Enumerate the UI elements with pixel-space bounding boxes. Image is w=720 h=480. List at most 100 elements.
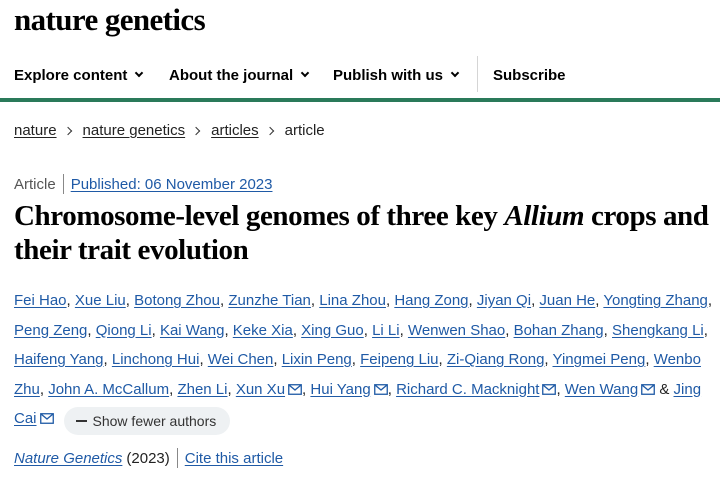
author-entry: Bohan Zhang <box>514 322 604 339</box>
nav-publish-label: Publish with us <box>333 66 444 84</box>
author-link[interactable]: Richard C. Macknight <box>396 381 539 398</box>
subscribe-link[interactable]: Subscribe <box>493 67 566 84</box>
main-nav: Explore content About the journal Publis… <box>0 52 720 98</box>
title-italic: Allium <box>504 200 585 232</box>
article-type: Article <box>14 175 56 193</box>
author-link[interactable]: Yingmei Peng <box>553 351 646 368</box>
author-entry: Lina Zhou <box>319 292 386 309</box>
author-link[interactable]: Zunzhe Tian <box>228 292 311 309</box>
breadcrumb-nature[interactable]: nature <box>14 122 57 139</box>
breadcrumb-nature-genetics[interactable]: nature genetics <box>83 122 186 139</box>
author-link[interactable]: Zi-Qiang Rong <box>447 351 545 368</box>
minus-icon <box>75 420 87 422</box>
author-entry: Kai Wang <box>160 322 224 339</box>
show-fewer-label: Show fewer authors <box>92 413 217 429</box>
author-link[interactable]: Zhen Li <box>177 381 227 398</box>
header-accent-bar <box>0 98 720 102</box>
meta-divider <box>62 174 64 194</box>
nav-divider <box>477 56 478 92</box>
author-entry: Xing Guo <box>301 322 364 339</box>
chevron-right-icon <box>191 126 201 135</box>
author-link[interactable]: Xue Liu <box>75 292 126 309</box>
author-link[interactable]: Feipeng Liu <box>360 351 438 368</box>
author-link[interactable]: Wenwen Shao <box>408 322 505 339</box>
breadcrumb-current: article <box>284 122 325 139</box>
author-link[interactable]: Hui Yang <box>310 381 370 398</box>
chevron-down-icon <box>135 68 144 78</box>
author-link[interactable]: Kai Wang <box>160 322 224 339</box>
author-entry: Hang Zong <box>394 292 468 309</box>
journal-logo[interactable]: nature genetics <box>14 2 206 38</box>
author-link[interactable]: Lixin Peng <box>282 351 352 368</box>
author-entry: Zunzhe Tian <box>228 292 311 309</box>
article-title: Chromosome-level genomes of three key Al… <box>14 199 714 267</box>
article-meta: Article Published: 06 November 2023 <box>14 174 272 194</box>
title-part-1: Chromosome-level genomes of three key <box>14 200 505 232</box>
author-link[interactable]: Peng Zeng <box>14 322 87 339</box>
author-entry: Jiyan Qi <box>477 292 531 309</box>
author-link[interactable]: Xun Xu <box>236 381 285 398</box>
author-entry: Haifeng Yang <box>14 351 104 368</box>
nav-publish[interactable]: Publish with us <box>333 66 460 84</box>
email-icon[interactable] <box>373 383 388 395</box>
nav-about-journal[interactable]: About the journal <box>169 67 310 84</box>
email-icon[interactable] <box>39 413 54 424</box>
author-entry: Zi-Qiang Rong <box>447 351 545 368</box>
nav-explore-label: Explore content <box>14 66 128 84</box>
citation-divider <box>176 448 178 468</box>
breadcrumb-articles[interactable]: articles <box>211 122 259 139</box>
author-entry: Fei Hao <box>14 292 67 309</box>
author-entry: John A. McCallum <box>48 381 169 398</box>
author-link[interactable]: Xing Guo <box>301 322 364 339</box>
author-link[interactable]: Shengkang Li <box>612 322 704 339</box>
author-entry: Keke Xia <box>233 322 293 339</box>
author-entry: Richard C. Macknight <box>396 381 557 398</box>
author-entry: Yingmei Peng <box>553 351 646 368</box>
author-link[interactable]: John A. McCallum <box>48 381 169 398</box>
citation-line: Nature Genetics (2023) Cite this article <box>14 448 283 468</box>
author-link[interactable]: Hang Zong <box>394 292 468 309</box>
author-link[interactable]: Linchong Hui <box>112 351 200 368</box>
email-icon[interactable] <box>288 383 302 395</box>
author-entry: Peng Zeng <box>14 322 87 339</box>
author-link[interactable]: Yongting Zhang <box>603 292 708 309</box>
author-link[interactable]: Botong Zhou <box>134 292 220 309</box>
breadcrumb: nature nature genetics articles article <box>14 122 325 139</box>
author-entry: Hui Yang <box>310 381 388 398</box>
nav-explore-content[interactable]: Explore content <box>14 66 144 84</box>
author-entry: Wei Chen <box>208 351 274 368</box>
author-entry: Xun Xu <box>236 381 302 398</box>
author-list: Fei Hao, Xue Liu, Botong Zhou, Zunzhe Ti… <box>14 286 718 435</box>
chevron-right-icon <box>63 126 72 135</box>
email-icon[interactable] <box>542 383 557 395</box>
author-link[interactable]: Wei Chen <box>208 351 274 368</box>
author-entry: Juan He <box>539 292 595 309</box>
author-link[interactable]: Wen Wang <box>565 381 638 398</box>
author-entry: Wen Wang <box>565 381 656 398</box>
author-link[interactable]: Bohan Zhang <box>514 322 604 339</box>
publication-year: (2023) <box>126 449 170 467</box>
author-link[interactable]: Qiong Li <box>96 322 152 339</box>
chevron-down-icon <box>300 68 310 78</box>
author-link[interactable]: Juan He <box>539 292 595 309</box>
author-entry: Shengkang Li <box>612 322 704 339</box>
author-link[interactable]: Lina Zhou <box>319 292 386 309</box>
email-icon[interactable] <box>641 383 656 395</box>
author-entry: Feipeng Liu <box>360 351 438 368</box>
author-entry: Wenwen Shao <box>408 322 505 339</box>
chevron-right-icon <box>265 126 274 135</box>
author-link[interactable]: Keke Xia <box>233 322 293 339</box>
journal-name-link[interactable]: Nature Genetics <box>14 450 122 467</box>
author-link[interactable]: Haifeng Yang <box>14 351 104 368</box>
cite-article-link[interactable]: Cite this article <box>185 450 283 467</box>
published-date-link[interactable]: Published: 06 November 2023 <box>71 176 273 193</box>
show-fewer-authors-button[interactable]: Show fewer authors <box>63 407 231 435</box>
author-link[interactable]: Jiyan Qi <box>477 292 531 309</box>
author-link[interactable]: Li Li <box>372 322 400 339</box>
author-entry: Botong Zhou <box>134 292 220 309</box>
author-entry: Li Li <box>372 322 400 339</box>
chevron-down-icon <box>450 68 460 78</box>
author-entry: Linchong Hui <box>112 351 200 368</box>
author-entry: Zhen Li <box>177 381 227 398</box>
author-link[interactable]: Fei Hao <box>14 292 67 309</box>
